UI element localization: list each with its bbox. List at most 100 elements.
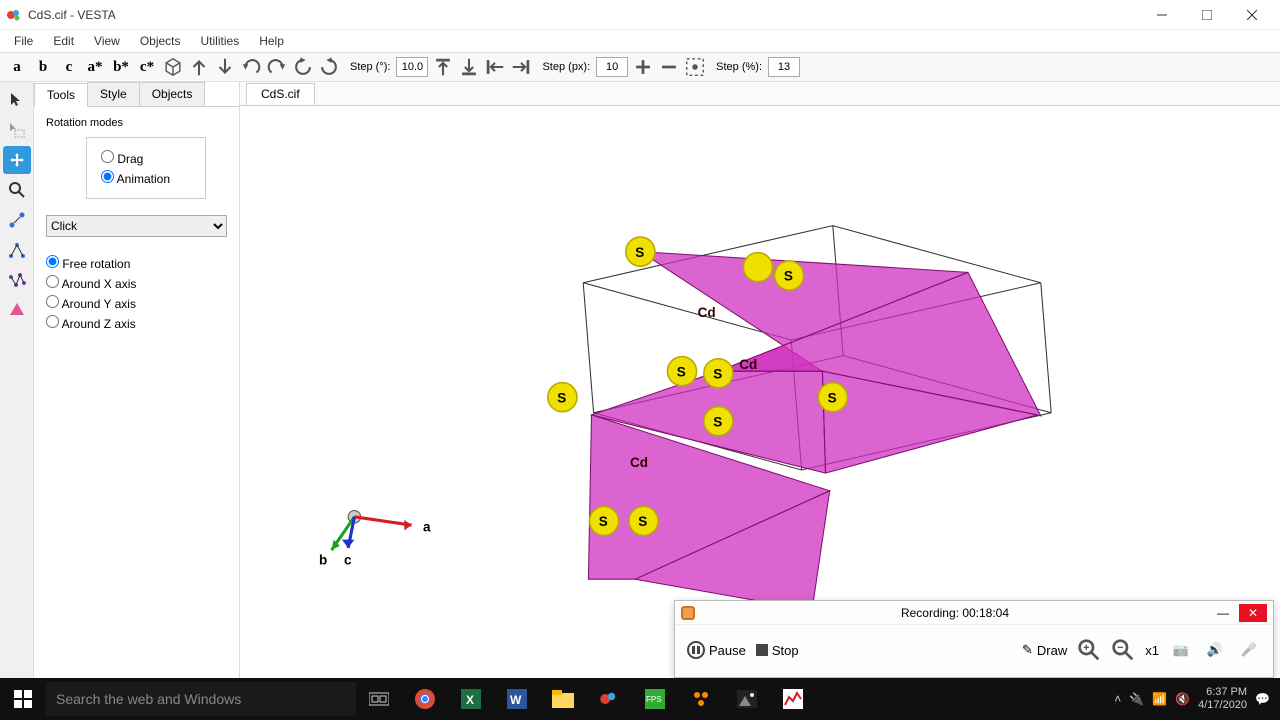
cube-icon[interactable] — [162, 56, 184, 78]
tray-power-icon[interactable]: 🔌 — [1129, 692, 1144, 706]
pause-button[interactable]: Pause — [687, 641, 746, 659]
step-px-input[interactable] — [596, 57, 628, 77]
shift-right-icon[interactable] — [510, 56, 532, 78]
menu-view[interactable]: View — [84, 32, 130, 50]
radio-around-y[interactable]: Around Y axis — [46, 295, 227, 311]
app-icon-1[interactable] — [678, 678, 724, 720]
step-pct-input[interactable] — [768, 57, 800, 77]
click-select[interactable]: Click — [46, 215, 227, 237]
close-button[interactable] — [1229, 1, 1274, 29]
minimize-button[interactable] — [1139, 1, 1184, 29]
vesta-taskbar-icon[interactable] — [586, 678, 632, 720]
recorder-window[interactable]: Recording: 00:18:04 — ✕ Pause Stop ✎ Dra… — [674, 600, 1274, 678]
rotate-cw-icon[interactable] — [318, 56, 340, 78]
side-panel: Tools Style Objects Rotation modes Drag … — [34, 82, 240, 678]
pause-icon — [687, 641, 705, 659]
pointer-tool[interactable] — [3, 86, 31, 114]
axis-cstar-button[interactable]: c* — [136, 56, 158, 78]
start-button[interactable] — [0, 678, 46, 720]
plane-tool[interactable] — [3, 296, 31, 324]
svg-text:S: S — [638, 514, 647, 529]
taskbar: Search the web and Windows X W FPS ˄ 🔌 📶… — [0, 678, 1280, 720]
maximize-button[interactable] — [1184, 1, 1229, 29]
shift-up-icon[interactable] — [432, 56, 454, 78]
tray-chevron-icon[interactable]: ˄ — [1114, 692, 1121, 706]
recorder-close[interactable]: ✕ — [1239, 604, 1267, 622]
menu-objects[interactable]: Objects — [130, 32, 191, 50]
tab-style[interactable]: Style — [87, 82, 140, 106]
window-title: CdS.cif - VESTA — [28, 8, 116, 22]
menu-help[interactable]: Help — [249, 32, 294, 50]
recorder-minimize[interactable]: — — [1209, 604, 1237, 622]
zoom-out-icon[interactable] — [1111, 638, 1135, 662]
taskbar-search[interactable]: Search the web and Windows — [46, 682, 356, 716]
zoom-tool[interactable] — [3, 176, 31, 204]
tab-tools[interactable]: Tools — [34, 83, 88, 107]
undo-icon[interactable] — [240, 56, 262, 78]
excel-icon[interactable]: X — [448, 678, 494, 720]
angle-tool[interactable] — [3, 236, 31, 264]
explorer-icon[interactable] — [540, 678, 586, 720]
radio-free-rotation[interactable]: Free rotation — [46, 255, 227, 271]
radio-drag[interactable]: Drag — [101, 150, 191, 166]
distance-tool[interactable] — [3, 206, 31, 234]
menu-edit[interactable]: Edit — [43, 32, 84, 50]
mic-icon[interactable]: 🎤 — [1237, 638, 1261, 662]
axis-astar-button[interactable]: a* — [84, 56, 106, 78]
rotate-down-icon[interactable] — [214, 56, 236, 78]
rotate-ccw-icon[interactable] — [292, 56, 314, 78]
notifications-icon[interactable]: 💬 — [1255, 692, 1270, 706]
tab-objects[interactable]: Objects — [139, 82, 206, 106]
doc-tab[interactable]: CdS.cif — [246, 83, 315, 105]
webcam-icon[interactable]: 📷 — [1169, 638, 1193, 662]
axis-a-button[interactable]: a — [6, 56, 28, 78]
draw-button[interactable]: ✎ Draw — [1022, 642, 1067, 658]
step-deg-input[interactable] — [396, 57, 428, 77]
stop-button[interactable]: Stop — [756, 643, 799, 658]
task-view-icon[interactable] — [356, 678, 402, 720]
fps-icon[interactable]: FPS — [632, 678, 678, 720]
fit-icon[interactable] — [684, 56, 706, 78]
axis-bstar-button[interactable]: b* — [110, 56, 132, 78]
word-icon[interactable]: W — [494, 678, 540, 720]
shift-down-icon[interactable] — [458, 56, 480, 78]
menu-bar: File Edit View Objects Utilities Help — [0, 30, 1280, 52]
tray-wifi-icon[interactable]: 📶 — [1152, 692, 1167, 706]
move-tool[interactable] — [3, 146, 31, 174]
zoom-in-icon[interactable] — [1077, 638, 1101, 662]
document-tabs: CdS.cif — [240, 82, 1280, 106]
plus-icon[interactable] — [632, 56, 654, 78]
svg-text:X: X — [466, 693, 474, 707]
app-icon — [6, 7, 22, 23]
speaker-icon[interactable]: 🔊 — [1203, 638, 1227, 662]
zoom-level: x1 — [1145, 643, 1159, 658]
recorder-title: Recording: 00:18:04 — [703, 606, 1207, 620]
shift-left-icon[interactable] — [484, 56, 506, 78]
taskbar-clock[interactable]: 6:37 PM 4/17/2020 — [1198, 686, 1247, 712]
photos-icon[interactable] — [724, 678, 770, 720]
recorder-icon — [681, 606, 695, 620]
3d-viewport[interactable]: a b c — [240, 106, 1280, 678]
tray-volume-icon[interactable]: 🔇 — [1175, 692, 1190, 706]
pencil-icon: ✎ — [1022, 642, 1033, 658]
minus-icon[interactable] — [658, 56, 680, 78]
redo-icon[interactable] — [266, 56, 288, 78]
svg-text:Cd: Cd — [630, 455, 648, 470]
app-icon-2[interactable] — [770, 678, 816, 720]
dihedral-tool[interactable] — [3, 266, 31, 294]
svg-text:S: S — [828, 390, 837, 405]
radio-around-x[interactable]: Around X axis — [46, 275, 227, 291]
rotate-up-icon[interactable] — [188, 56, 210, 78]
radio-around-z[interactable]: Around Z axis — [46, 315, 227, 331]
menu-utilities[interactable]: Utilities — [191, 32, 250, 50]
axis-c-button[interactable]: c — [58, 56, 80, 78]
select-rect-tool[interactable] — [3, 116, 31, 144]
svg-text:S: S — [599, 514, 608, 529]
chrome-icon[interactable] — [402, 678, 448, 720]
svg-text:S: S — [635, 245, 644, 260]
svg-text:S: S — [784, 269, 793, 284]
menu-file[interactable]: File — [4, 32, 43, 50]
svg-text:Cd: Cd — [698, 305, 716, 320]
radio-animation[interactable]: Animation — [101, 170, 191, 186]
axis-b-button[interactable]: b — [32, 56, 54, 78]
